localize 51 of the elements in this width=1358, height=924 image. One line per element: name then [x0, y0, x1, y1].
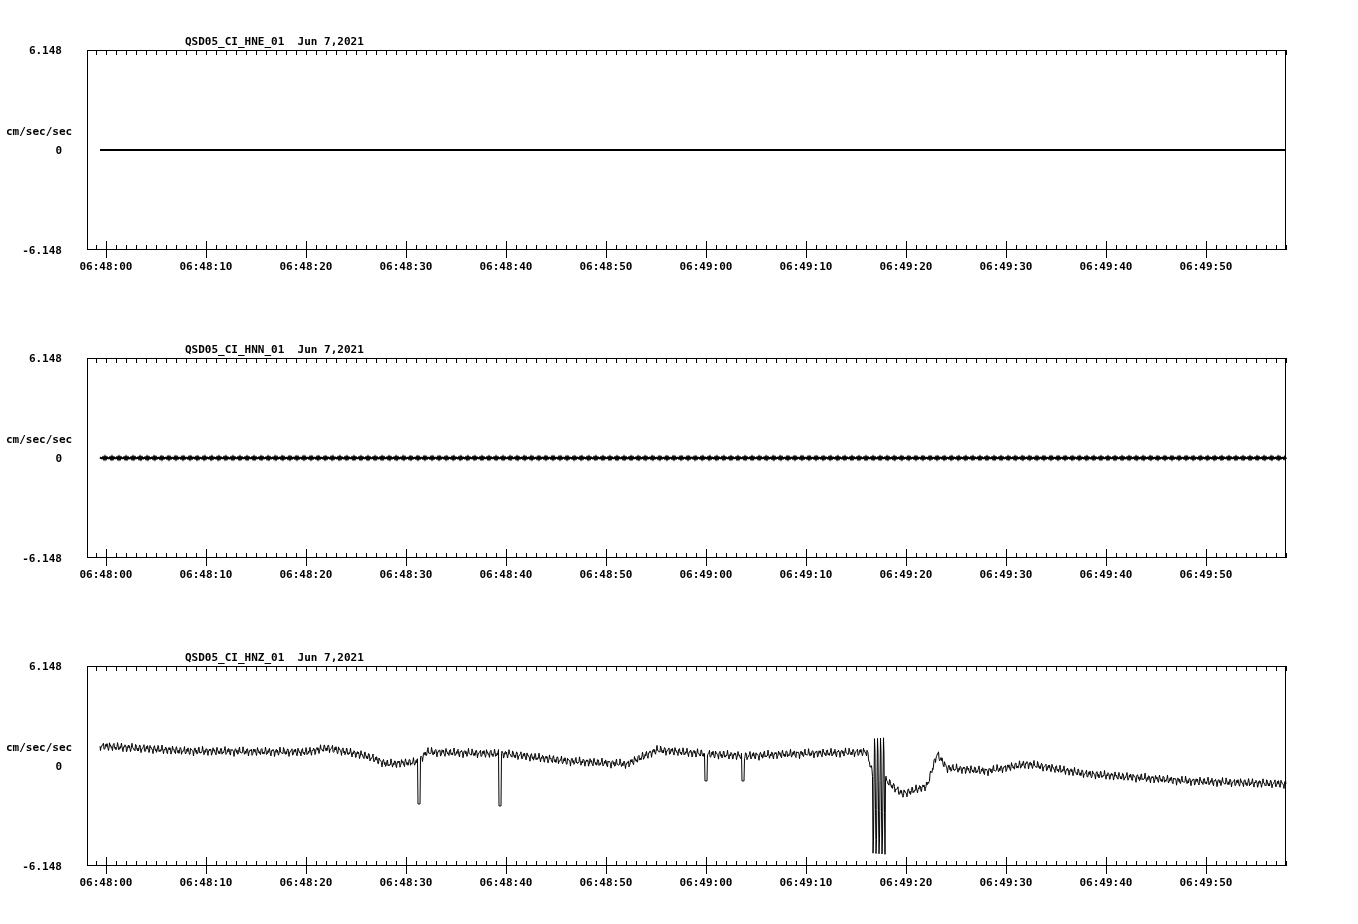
tick-label: 06:49:30	[978, 568, 1034, 581]
tick-label: 06:48:10	[178, 260, 234, 273]
tick-label: 06:49:50	[1178, 260, 1234, 273]
tick-label: 06:49:50	[1178, 568, 1234, 581]
tick-label: 06:49:00	[678, 260, 734, 273]
tick-label: 06:49:20	[878, 876, 934, 889]
tick-label: 06:48:40	[478, 876, 534, 889]
tick-label: -6.148	[22, 244, 62, 257]
tick-label: 06:48:00	[78, 568, 134, 581]
tick-label: 06:49:00	[678, 876, 734, 889]
tick-label: 06:48:00	[78, 260, 134, 273]
tick-label: 06:48:20	[278, 260, 334, 273]
tick-label: 6.148	[28, 660, 62, 673]
tick-label: 0	[55, 452, 62, 465]
tick-label: 6.148	[28, 352, 62, 365]
tick-label: 06:48:10	[178, 876, 234, 889]
tick-label: -6.148	[22, 860, 62, 873]
tick-label: 06:49:40	[1078, 876, 1134, 889]
tick-label: 0	[55, 760, 62, 773]
axis-label: cm/sec/sec	[6, 433, 73, 446]
tick-label: 06:49:30	[978, 876, 1034, 889]
tick-label: 06:49:50	[1178, 876, 1234, 889]
tick-label: 06:48:20	[278, 568, 334, 581]
tick-label: 06:48:10	[178, 568, 234, 581]
tick-label: 06:48:30	[378, 260, 434, 273]
tick-label: 06:49:20	[878, 260, 934, 273]
tick-label: 06:49:10	[778, 568, 834, 581]
tick-label: 06:48:50	[578, 876, 634, 889]
tick-label: 06:48:30	[378, 876, 434, 889]
tick-label: 06:49:10	[778, 260, 834, 273]
chart-title: QSD05_CI_HNZ_01 Jun 7,2021	[185, 651, 364, 666]
tick-label: 06:48:50	[578, 568, 634, 581]
tick-label: 06:48:20	[278, 876, 334, 889]
tick-label: 06:49:40	[1078, 260, 1134, 273]
chart-title: QSD05_CI_HNN_01 Jun 7,2021	[185, 343, 364, 358]
chart-title: QSD05_CI_HNE_01 Jun 7,2021	[185, 35, 364, 50]
tick-label: 06:48:00	[78, 876, 134, 889]
tick-label: 06:49:30	[978, 260, 1034, 273]
tick-label: 06:49:20	[878, 568, 934, 581]
axis-label: cm/sec/sec	[6, 125, 73, 138]
tick-label: 06:48:30	[378, 568, 434, 581]
tick-label: 06:49:10	[778, 876, 834, 889]
tick-label: 06:48:50	[578, 260, 634, 273]
tick-label: 6.148	[28, 44, 62, 57]
tick-label: 06:49:00	[678, 568, 734, 581]
tick-label: 06:48:40	[478, 568, 534, 581]
axis-label: cm/sec/sec	[6, 741, 73, 754]
tick-label: -6.148	[22, 552, 62, 565]
tick-label: 06:49:40	[1078, 568, 1134, 581]
tick-label: 0	[55, 144, 62, 157]
tick-label: 06:48:40	[478, 260, 534, 273]
